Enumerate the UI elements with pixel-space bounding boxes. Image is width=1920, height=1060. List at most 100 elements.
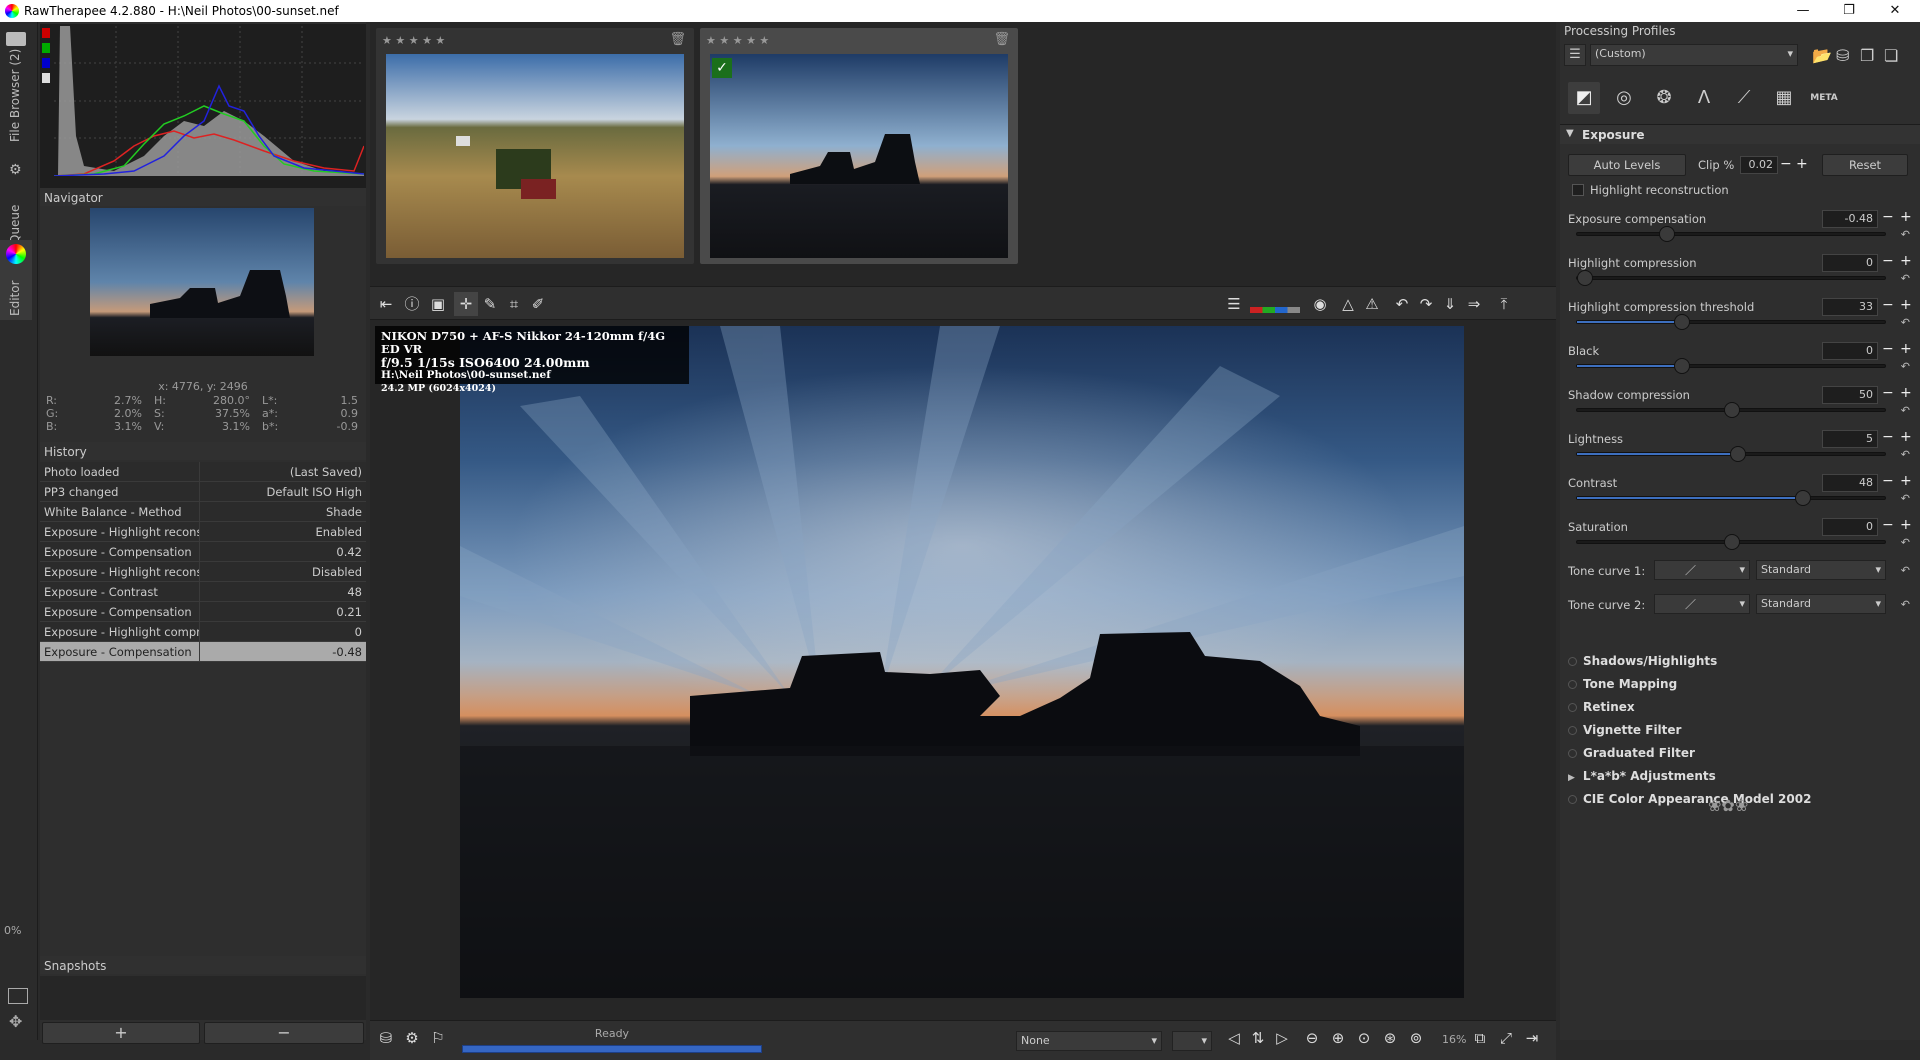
slider-decrement[interactable]: − [1882, 473, 1894, 489]
color-tab-icon[interactable]: ❂ [1648, 82, 1680, 114]
enable-toggle-icon[interactable] [1568, 749, 1577, 758]
slider-value-input[interactable]: 0 [1822, 342, 1878, 360]
thumbnail-card[interactable]: ★ ★ ★ ★ ★ 🗑 [376, 28, 694, 264]
tool-section-header[interactable]: Vignette Filter [1568, 723, 1681, 737]
raw-tab-icon[interactable]: ▦ [1768, 82, 1800, 114]
enable-toggle-icon[interactable] [1568, 703, 1577, 712]
zoom-fit-icon[interactable]: ⊛ [1378, 1026, 1402, 1050]
sync-icon[interactable]: ⇅ [1246, 1026, 1270, 1050]
highlight-clip-warning-icon[interactable]: ⚠ [1360, 292, 1384, 316]
reset-icon[interactable]: ↶ [1901, 228, 1910, 241]
enable-toggle-icon[interactable] [1568, 795, 1577, 804]
tool-section-header[interactable]: Retinex [1568, 700, 1635, 714]
slider-value-input[interactable]: 33 [1822, 298, 1878, 316]
slider-knob[interactable] [1729, 446, 1746, 462]
thumbnail-image[interactable] [710, 54, 1008, 258]
zoom-in-icon[interactable]: ⊕ [1326, 1026, 1350, 1050]
slider-value-input[interactable]: 50 [1822, 386, 1878, 404]
tone-curve-2-editor[interactable]: ／ ▾ [1654, 594, 1750, 614]
zoom-100-icon[interactable]: ⊙ [1352, 1026, 1376, 1050]
slider-value-input[interactable]: 0 [1822, 254, 1878, 272]
reset-icon[interactable]: ↶ [1901, 272, 1910, 285]
slider-decrement[interactable]: − [1882, 209, 1894, 225]
slider-increment[interactable]: + [1900, 253, 1912, 269]
open-profile-icon[interactable]: 📂 [1812, 46, 1832, 65]
slider-knob[interactable] [1724, 402, 1740, 418]
histogram-red-toggle[interactable] [42, 28, 50, 38]
enable-toggle-icon[interactable] [1568, 680, 1577, 689]
slider-decrement[interactable]: − [1882, 341, 1894, 357]
crop-icon[interactable]: ⌗ [502, 292, 526, 316]
history-row[interactable]: Exposure - Highlight recons Disabled [40, 562, 366, 582]
history-row[interactable]: Exposure - Contrast 48 [40, 582, 366, 602]
paste-profile-icon[interactable]: ❏ [1884, 46, 1898, 65]
profile-list-icon[interactable]: ☰ [1564, 44, 1586, 66]
preview-mode-icon[interactable]: ☰ [1222, 292, 1246, 316]
slider-increment[interactable]: + [1900, 297, 1912, 313]
histogram-mode-select[interactable]: ▾ [1172, 1031, 1212, 1051]
tab-file-browser[interactable]: File Browser (2) [0, 32, 32, 152]
collapsed-arrow-icon[interactable]: ▶ [1568, 773, 1575, 783]
slider-value-input[interactable]: 48 [1822, 474, 1878, 492]
slider-increment[interactable]: + [1900, 429, 1912, 445]
reset-icon[interactable]: ↶ [1901, 404, 1910, 417]
thumbnail-stars[interactable]: ★ ★ ★ ★ ★ [382, 34, 445, 47]
hand-tool-icon[interactable]: ✛ [454, 292, 478, 316]
slider-decrement[interactable]: − [1882, 297, 1894, 313]
enable-toggle-icon[interactable] [1568, 657, 1577, 666]
image-preview[interactable]: NIKON D750 + AF-S Nikkor 24-120mm f/4G E… [370, 322, 1556, 1020]
hide-left-panel-icon[interactable]: ⇤ [374, 292, 398, 316]
tool-section-header[interactable]: Shadows/Highlights [1568, 654, 1717, 668]
histogram-luma-toggle[interactable] [42, 73, 50, 83]
reset-icon[interactable]: ↶ [1901, 360, 1910, 373]
save-profile-icon[interactable]: ⛁ [1836, 46, 1849, 65]
clip-increment[interactable]: + [1796, 156, 1808, 172]
slider-increment[interactable]: + [1900, 517, 1912, 533]
thumbnail-image[interactable] [386, 54, 684, 258]
fullscreen-icon[interactable]: ✥ [9, 1012, 22, 1031]
zoom-fill-icon[interactable]: ⊚ [1404, 1026, 1428, 1050]
slider-knob[interactable] [1674, 314, 1691, 330]
metadata-tab[interactable]: META [1808, 82, 1840, 114]
history-row[interactable]: Exposure - Compensation 0.21 [40, 602, 366, 622]
tool-section-header[interactable]: CIE Color Appearance Model 2002 [1568, 792, 1811, 806]
transform-tab-icon[interactable]: ⟋ [1728, 82, 1760, 114]
reset-button[interactable]: Reset [1822, 154, 1908, 176]
slider-knob[interactable] [1659, 226, 1676, 242]
reset-icon[interactable]: ↶ [1901, 536, 1910, 549]
channel-swatches[interactable] [1250, 307, 1300, 313]
flip-horizontal-icon[interactable]: ⇒ [1462, 292, 1486, 316]
history-row[interactable]: Exposure - Highlight recons Enabled [40, 522, 366, 542]
before-after-icon[interactable]: ▣ [426, 292, 450, 316]
remove-snapshot-button[interactable]: − [204, 1022, 364, 1044]
shadow-clip-warning-icon[interactable]: △ [1336, 292, 1360, 316]
queue-add-icon[interactable]: ⚙ [400, 1026, 424, 1050]
enable-toggle-icon[interactable] [1568, 726, 1577, 735]
slider-increment[interactable]: + [1900, 341, 1912, 357]
slider-knob[interactable] [1674, 358, 1691, 374]
clip-decrement[interactable]: − [1780, 156, 1792, 172]
highlight-recon-checkbox[interactable] [1572, 184, 1584, 196]
histogram-blue-toggle[interactable] [42, 58, 50, 68]
next-image-icon[interactable]: ▷ [1270, 1026, 1294, 1050]
hide-right-panel-icon[interactable]: ⇥ [1520, 1026, 1544, 1050]
history-row[interactable]: White Balance - Method Shade [40, 502, 366, 522]
preview-select[interactable]: None ▾ [1016, 1031, 1162, 1051]
history-row[interactable]: Exposure - Compensation -0.48 [40, 642, 366, 662]
slider-track[interactable] [1576, 314, 1886, 330]
rotate-right-icon[interactable]: ↷ [1414, 292, 1438, 316]
trash-icon[interactable]: 🗑 [993, 32, 1010, 47]
thumbnail-card-selected[interactable]: ✓ ★ ★ ★ ★ ★ 🗑 [700, 28, 1018, 264]
external-editor-icon[interactable]: ⚐ [426, 1026, 450, 1050]
slider-track[interactable] [1576, 534, 1886, 550]
history-row[interactable]: Exposure - Compensation 0.42 [40, 542, 366, 562]
history-row[interactable]: PP3 changed Default ISO High [40, 482, 366, 502]
reset-icon[interactable]: ↶ [1901, 492, 1910, 505]
tool-section-header[interactable]: Tone Mapping [1568, 677, 1677, 691]
new-window-icon[interactable]: ⧉ [1468, 1026, 1492, 1050]
zoom-out-icon[interactable]: ⊖ [1300, 1026, 1324, 1050]
previous-image-icon[interactable]: ◁ [1222, 1026, 1246, 1050]
slider-track[interactable] [1576, 226, 1886, 242]
exposure-tab-icon[interactable]: ◩ [1568, 82, 1600, 114]
slider-increment[interactable]: + [1900, 473, 1912, 489]
